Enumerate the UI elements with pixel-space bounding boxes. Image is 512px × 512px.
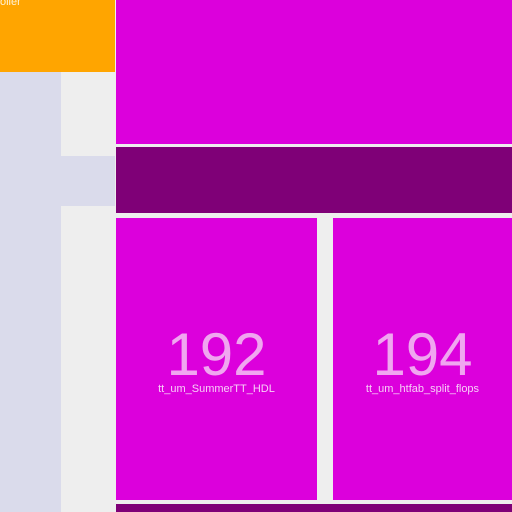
tile-label: tt_um_SummerTT_HDL [158, 383, 275, 395]
canvas: oller 192 tt_um_SummerTT_HDL 194 tt_um_h… [0, 0, 512, 512]
sidebar-strip [0, 72, 61, 512]
tile-192[interactable]: 192 tt_um_SummerTT_HDL [116, 218, 317, 500]
tile-label: tt_um_htfab_split_flops [365, 383, 480, 395]
toolbar-tile[interactable]: oller [0, 0, 115, 72]
tile-194[interactable]: 194 tt_um_htfab_split_flops [333, 218, 512, 500]
tile-top[interactable] [116, 0, 512, 144]
tile-count: 192 [166, 321, 267, 388]
tile-bottom[interactable] [116, 504, 512, 512]
toolbar-title: oller [0, 0, 21, 8]
sidebar-band [61, 156, 115, 206]
tile-band[interactable] [116, 147, 512, 213]
tile-count: 194 [372, 321, 473, 388]
